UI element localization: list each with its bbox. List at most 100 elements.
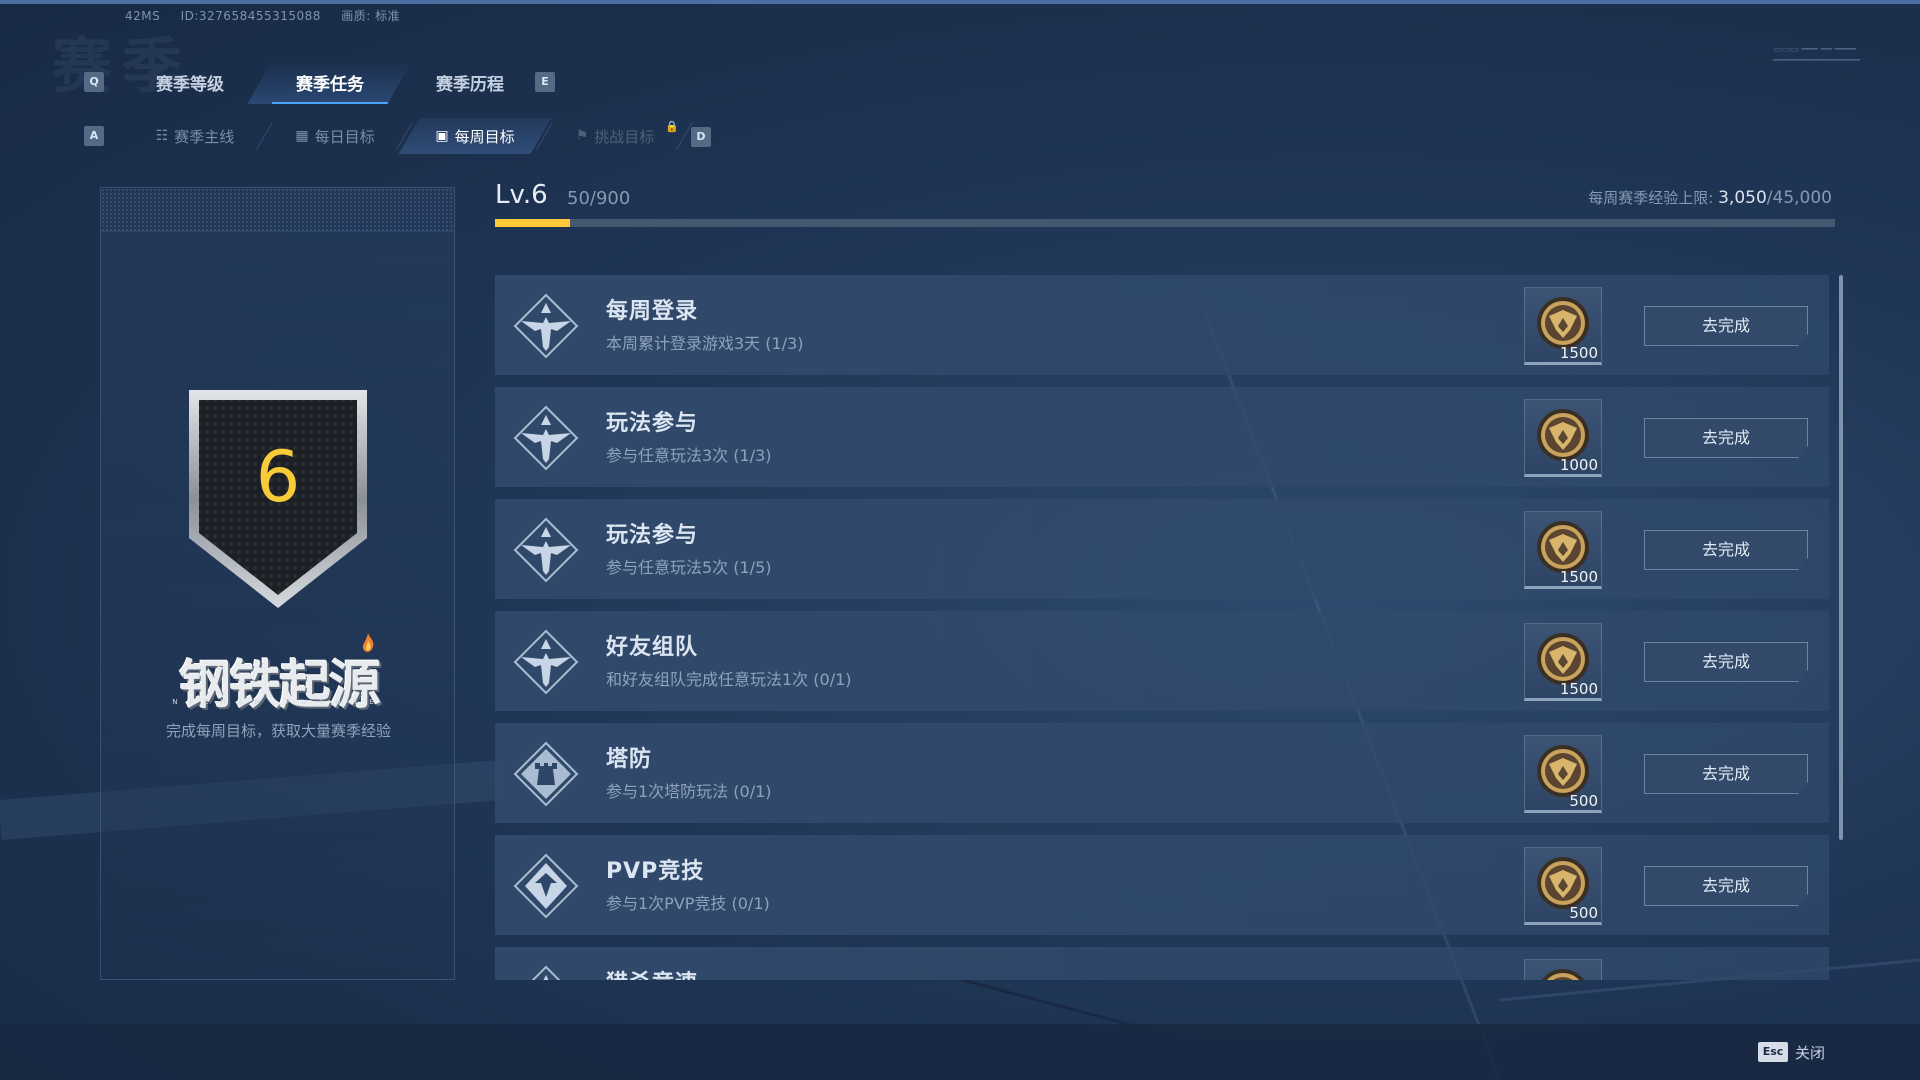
subtab-label: 赛季主线 bbox=[174, 127, 235, 146]
season-xp-coin-icon bbox=[1536, 408, 1590, 462]
subtab-daily[interactable]: ▦ 每日目标 bbox=[265, 118, 405, 154]
reward-amount: 1500 bbox=[1559, 568, 1598, 586]
season-xp-coin-icon bbox=[1536, 968, 1590, 980]
subtab-challenge[interactable]: ⚑ 挑战目标 🔒 bbox=[545, 118, 685, 154]
reward-slot[interactable]: 1500 bbox=[1524, 287, 1602, 365]
task-description: 参与任意玩法5次 (1/5) bbox=[606, 558, 772, 577]
task-list-scrollbar[interactable] bbox=[1839, 275, 1843, 840]
task-row: 玩法参与参与任意玩法3次 (1/3) 1000 去完成 bbox=[495, 387, 1829, 487]
tab-season-tasks[interactable]: 赛季任务 bbox=[260, 60, 400, 104]
reward-slot[interactable]: 1000 bbox=[1524, 399, 1602, 477]
task-description: 参与1次塔防玩法 (0/1) bbox=[606, 782, 772, 801]
wing-emblem-icon bbox=[513, 965, 579, 980]
reward-amount: 500 bbox=[1569, 792, 1598, 810]
go-complete-button[interactable]: 去完成 bbox=[1644, 418, 1808, 458]
season-xp-coin-icon bbox=[1536, 296, 1590, 350]
task-row: 好友组队和好友组队完成任意玩法1次 (0/1) 1500 去完成 bbox=[495, 611, 1829, 711]
tower-icon bbox=[513, 741, 579, 807]
xp-readout: 50/900 bbox=[567, 188, 630, 209]
task-title: PVP竞技 bbox=[606, 859, 705, 884]
reward-slot[interactable]: 500 bbox=[1524, 847, 1602, 925]
weekly-task-list[interactable]: 每周登录 本周累计登录游戏3天 (1/3) 1500 去完成 玩法参与 参与任意玩法3次 … bbox=[495, 275, 1829, 980]
sub-tabs: ☷ 赛季主线 ▦ 每日目标 ▣ 每周目标 ⚑ 挑战目标 🔒 bbox=[125, 118, 685, 154]
reward-slot[interactable] bbox=[1524, 959, 1602, 980]
task-title: 每周登录 bbox=[606, 299, 699, 324]
tab-label: 赛季任务 bbox=[296, 74, 364, 95]
task-description: 参与1次PVP竞技 (0/1) bbox=[606, 894, 770, 913]
e-key-hint[interactable]: E bbox=[535, 72, 555, 92]
task-row: 猎杀竞速 bbox=[495, 947, 1829, 980]
task-row: 塔防参与1次塔防玩法 (0/1) 500 去完成 bbox=[495, 723, 1829, 823]
task-title: 猎杀竞速 bbox=[606, 965, 698, 980]
tab-label: 赛季历程 bbox=[436, 74, 504, 95]
task-row: 玩法参与参与任意玩法5次 (1/5) 1500 去完成 bbox=[495, 499, 1829, 599]
subtab-season-main[interactable]: ☷ 赛季主线 bbox=[125, 118, 265, 154]
weekly-cap-current: 3,050 bbox=[1718, 188, 1767, 208]
go-complete-button[interactable]: 去完成 bbox=[1644, 306, 1808, 346]
wing-emblem-icon bbox=[513, 293, 579, 359]
subtab-label: 挑战目标 bbox=[594, 127, 655, 146]
season-xp-coin-icon bbox=[1536, 632, 1590, 686]
wing-emblem-icon bbox=[513, 629, 579, 695]
corner-decoration: ▭▭▭ ━━━ ━━ ━━━━ ━━━━━━━━━━━━━━━━ bbox=[1773, 45, 1860, 66]
flag-icon: ⚑ bbox=[575, 128, 589, 144]
season-badge-panel: 6 钢铁起源 NIZHAN FUTURE 完成每周目标，获取大量赛季经验 bbox=[100, 187, 455, 980]
quality-readout: 画质: 标准 bbox=[341, 9, 401, 23]
task-description: 本周累计登录游戏3天 (1/3) bbox=[606, 334, 804, 353]
main-tabs: 赛季等级 赛季任务 赛季历程 bbox=[120, 60, 540, 104]
season-xp-coin-icon bbox=[1536, 744, 1590, 798]
season-level-label: Lv.6 bbox=[495, 180, 548, 210]
bottom-bar bbox=[0, 1024, 1920, 1080]
subtab-weekly[interactable]: ▣ 每周目标 bbox=[405, 118, 545, 154]
reward-amount: 500 bbox=[1569, 904, 1598, 922]
task-row: PVP竞技参与1次PVP竞技 (0/1) 500 去完成 bbox=[495, 835, 1829, 935]
list-icon: ☷ bbox=[155, 128, 169, 144]
ping-readout: 42MS bbox=[125, 9, 161, 23]
task-title: 玩法参与 bbox=[606, 523, 699, 548]
lock-icon: 🔒 bbox=[665, 120, 679, 133]
tab-season-level[interactable]: 赛季等级 bbox=[120, 60, 260, 104]
season-xp-coin-icon bbox=[1536, 520, 1590, 574]
reward-amount: 1000 bbox=[1559, 456, 1598, 474]
badge-level-number: 6 bbox=[255, 436, 301, 518]
go-complete-button[interactable]: 去完成 bbox=[1644, 754, 1808, 794]
task-title: 塔防 bbox=[606, 747, 653, 772]
go-complete-button[interactable]: 去完成 bbox=[1644, 866, 1808, 906]
a-key-hint[interactable]: A bbox=[84, 126, 104, 146]
wing-emblem-icon bbox=[513, 517, 579, 583]
xp-max: /900 bbox=[589, 188, 631, 209]
tab-season-history[interactable]: 赛季历程 bbox=[400, 60, 540, 104]
wing-emblem-icon bbox=[513, 405, 579, 471]
task-description: 参与任意玩法3次 (1/3) bbox=[606, 446, 772, 465]
reward-slot[interactable]: 1500 bbox=[1524, 511, 1602, 589]
task-description: 和好友组队完成任意玩法1次 (0/1) bbox=[606, 670, 852, 689]
season-xp-coin-icon bbox=[1536, 856, 1590, 910]
top-accent-line bbox=[0, 0, 1920, 4]
go-complete-button[interactable]: 去完成 bbox=[1644, 642, 1808, 682]
weekly-cap-label: 每周赛季经验上限: bbox=[1588, 189, 1714, 207]
reward-slot[interactable]: 500 bbox=[1524, 735, 1602, 813]
weekly-xp-cap: 每周赛季经验上限: 3,050/45,000 bbox=[1588, 187, 1832, 208]
reward-slot[interactable]: 1500 bbox=[1524, 623, 1602, 701]
d-key-hint[interactable]: D bbox=[691, 127, 711, 147]
reward-amount: 1500 bbox=[1559, 680, 1598, 698]
go-complete-button[interactable]: 去完成 bbox=[1644, 530, 1808, 570]
subtab-label: 每日目标 bbox=[314, 127, 375, 146]
xp-progress-bar bbox=[495, 219, 1835, 227]
level-badge: 6 bbox=[187, 388, 369, 610]
task-row: 每周登录本周累计登录游戏3天 (1/3) 1500 去完成 bbox=[495, 275, 1829, 375]
flame-icon bbox=[356, 631, 380, 655]
reward-amount: 1500 bbox=[1559, 344, 1598, 362]
subtab-label: 每周目标 bbox=[454, 127, 515, 146]
panel-header-pattern bbox=[101, 188, 454, 232]
status-bar: 42MS ID:327658455315088 画质: 标准 bbox=[125, 7, 416, 24]
calendar-week-icon: ▣ bbox=[435, 128, 449, 144]
esc-key-hint[interactable]: Esc bbox=[1758, 1042, 1788, 1062]
xp-progress-fill bbox=[495, 219, 570, 227]
q-key-hint[interactable]: Q bbox=[84, 72, 104, 92]
panel-hint-text: 完成每周目标，获取大量赛季经验 bbox=[165, 722, 391, 740]
xp-current: 50 bbox=[567, 188, 590, 209]
task-title: 好友组队 bbox=[606, 635, 699, 660]
close-button[interactable]: 关闭 bbox=[1795, 1042, 1825, 1063]
task-title: 玩法参与 bbox=[606, 411, 699, 436]
